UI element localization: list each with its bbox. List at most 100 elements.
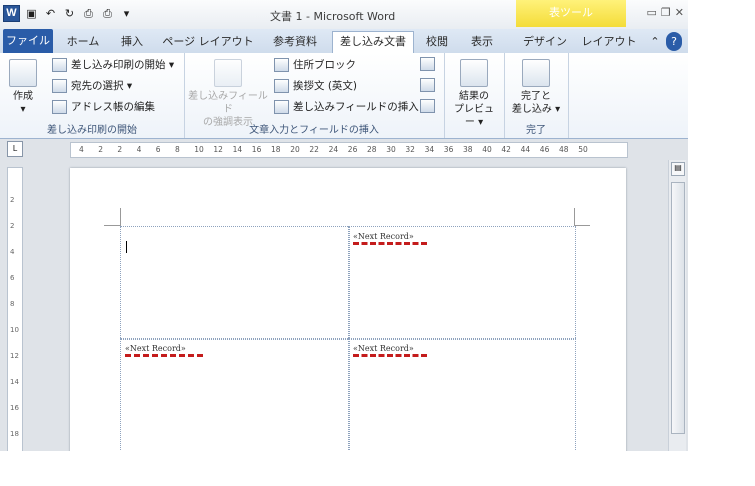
tab-view[interactable]: 表示 bbox=[462, 32, 502, 51]
ruler-tick-label: 38 bbox=[463, 145, 473, 154]
vruler-tick-label: 16 bbox=[10, 404, 19, 412]
text-cursor bbox=[126, 241, 127, 253]
rules-button[interactable] bbox=[420, 57, 439, 71]
ruler-tick-label: 30 bbox=[386, 145, 396, 154]
ruler-tick-label: 28 bbox=[367, 145, 377, 154]
ruler-tick-label: 40 bbox=[482, 145, 492, 154]
label-cell-3[interactable]: «Next Record» bbox=[120, 338, 350, 451]
vruler-tick-label: 2 bbox=[10, 222, 15, 230]
tab-design[interactable]: デザイン bbox=[518, 32, 572, 51]
create-button[interactable]: 作成 ▾ bbox=[6, 59, 40, 116]
highlight-fields-label: 差し込みフィールド bbox=[188, 91, 268, 115]
ruler-tick-label: 14 bbox=[232, 145, 243, 154]
preview-results-icon bbox=[460, 59, 488, 87]
print-preview-icon[interactable]: ⎙ bbox=[81, 6, 96, 21]
print-icon[interactable]: ⎙ bbox=[100, 6, 115, 21]
vertical-ruler[interactable]: 2 2 4 6 8 10 12 14 16 18 bbox=[7, 167, 23, 451]
tab-table-layout[interactable]: レイアウト bbox=[578, 32, 640, 51]
greeting-line-icon bbox=[274, 78, 289, 93]
vruler-tick-label: 8 bbox=[10, 300, 15, 308]
vruler-tick-label: 4 bbox=[10, 248, 15, 256]
group-write-insert: 差し込みフィールド の強調表示 住所ブロック 挨拶文 (英文) 差し込みフィール… bbox=[184, 53, 445, 138]
start-merge-button[interactable]: 差し込み印刷の開始 ▾ bbox=[52, 57, 174, 72]
address-block-button[interactable]: 住所ブロック bbox=[274, 57, 356, 72]
label-cell-1[interactable] bbox=[120, 226, 350, 340]
greeting-line-button[interactable]: 挨拶文 (英文) bbox=[274, 78, 357, 93]
vruler-tick-label: 14 bbox=[10, 378, 19, 386]
vruler-tick-label: 12 bbox=[10, 352, 19, 360]
ruler-tick-label: 22 bbox=[309, 145, 319, 154]
vruler-tick-label: 6 bbox=[10, 274, 15, 282]
help-icon[interactable]: ? bbox=[666, 32, 682, 51]
horizontal-ruler[interactable]: 4 2 2 4 6 8 10 12 14 16 18 20 22 24 26 28 30 32 34 36 38 40 42… bbox=[70, 142, 628, 158]
restore-icon[interactable]: ❐ bbox=[661, 6, 671, 19]
insert-merge-field-button[interactable]: 差し込みフィールドの挿入 ▾ bbox=[274, 99, 427, 114]
preview-results-button[interactable]: 結果の プレビュー ▾ bbox=[448, 59, 500, 129]
edit-recipient-list-button[interactable]: アドレス帳の編集 bbox=[52, 99, 155, 114]
next-record-field: «Next Record» bbox=[353, 232, 414, 241]
match-fields-button[interactable] bbox=[420, 78, 439, 92]
finish-label-2: 差し込み bbox=[511, 104, 552, 115]
minimize-icon[interactable]: ▭ bbox=[647, 6, 657, 19]
ruler-tick-label: 48 bbox=[559, 145, 569, 154]
group-label-finish: 完了 bbox=[526, 125, 546, 136]
vruler-tick-label: 2 bbox=[10, 196, 15, 204]
document-page[interactable]: «Next Record» «Next Record» «Next Record… bbox=[70, 168, 626, 451]
vruler-tick-label: 18 bbox=[10, 430, 19, 438]
tab-home[interactable]: ホーム bbox=[62, 32, 104, 51]
address-block-icon bbox=[274, 57, 289, 72]
word-logo-icon[interactable]: W bbox=[3, 5, 20, 22]
tab-page-layout[interactable]: ページ レイアウト bbox=[162, 32, 254, 51]
preview-label-2: プレビュー bbox=[454, 104, 494, 128]
ruler-tick-label: 18 bbox=[271, 145, 281, 154]
spelling-squiggle bbox=[125, 354, 203, 357]
envelope-icon bbox=[9, 59, 37, 87]
save-icon[interactable]: ▣ bbox=[24, 6, 39, 21]
ruler-tick-label: 26 bbox=[347, 145, 358, 154]
close-icon[interactable]: ✕ bbox=[675, 6, 684, 19]
ruler-tick-label: 16 bbox=[251, 145, 262, 154]
title-bar: W ▣ ↶ ↻ ⎙ ⎙ ▾ 文書 1 - Microsoft Word 表ツール… bbox=[0, 0, 688, 29]
group-label-write: 文章入力とフィールドの挿入 bbox=[249, 125, 379, 136]
label-cell-4[interactable]: «Next Record» bbox=[348, 338, 576, 451]
select-recipients-button[interactable]: 宛先の選択 ▾ bbox=[52, 78, 132, 93]
ruler-tick-label: 2 bbox=[117, 145, 123, 154]
ruler-tick-label: 4 bbox=[136, 145, 142, 154]
update-labels-button[interactable] bbox=[420, 99, 439, 113]
horizontal-ruler-area: L 4 2 2 4 6 8 10 12 14 16 18 20 22 24 26 28 30 32 34 36 38 40… bbox=[0, 139, 688, 160]
table-tools-header: 表ツール bbox=[516, 0, 626, 27]
rules-icon bbox=[420, 57, 435, 71]
collapse-ribbon-icon[interactable]: ⌃ bbox=[648, 32, 662, 51]
ruler-tick-label: 32 bbox=[405, 145, 415, 154]
document-icon bbox=[52, 57, 67, 72]
edit-list-label: アドレス帳の編集 bbox=[71, 101, 155, 113]
address-block-label: 住所ブロック bbox=[293, 59, 356, 71]
ruler-tick-label: 34 bbox=[424, 145, 435, 154]
ruler-tick-label: 10 bbox=[194, 145, 204, 154]
ruler-toggle-icon[interactable]: ▤ bbox=[671, 162, 685, 176]
merge-field-icon bbox=[274, 99, 289, 114]
highlight-fields-button[interactable]: 差し込みフィールド の強調表示 bbox=[188, 59, 268, 129]
quick-access-toolbar: W ▣ ↶ ↻ ⎙ ⎙ ▾ bbox=[3, 5, 134, 22]
label-cell-2[interactable]: «Next Record» bbox=[348, 226, 576, 340]
tab-review[interactable]: 校閲 bbox=[422, 32, 452, 51]
crop-mark bbox=[574, 225, 590, 226]
vertical-scrollbar[interactable]: ▤ bbox=[668, 160, 686, 451]
tab-selector[interactable]: L bbox=[7, 141, 23, 157]
tab-file[interactable]: ファイル bbox=[3, 29, 53, 53]
tab-references[interactable]: 参考資料 bbox=[265, 32, 325, 51]
tab-insert[interactable]: 挿入 bbox=[115, 32, 149, 51]
finish-merge-icon bbox=[522, 59, 550, 87]
scroll-thumb[interactable] bbox=[671, 182, 685, 434]
ruler-tick-label: 8 bbox=[175, 145, 180, 154]
customize-qat-icon[interactable]: ▾ bbox=[119, 6, 134, 21]
ruler-tick-label: 46 bbox=[539, 145, 550, 154]
undo-icon[interactable]: ↶ bbox=[43, 6, 58, 21]
match-fields-icon bbox=[420, 78, 435, 92]
redo-icon[interactable]: ↻ bbox=[62, 6, 77, 21]
ruler-tick-label: 24 bbox=[328, 145, 339, 154]
recipients-icon bbox=[52, 78, 67, 93]
finish-merge-button[interactable]: 完了と 差し込み ▾ bbox=[508, 59, 564, 116]
tab-mailings[interactable]: 差し込み文書 bbox=[332, 31, 414, 54]
start-merge-label: 差し込み印刷の開始 bbox=[71, 59, 166, 71]
